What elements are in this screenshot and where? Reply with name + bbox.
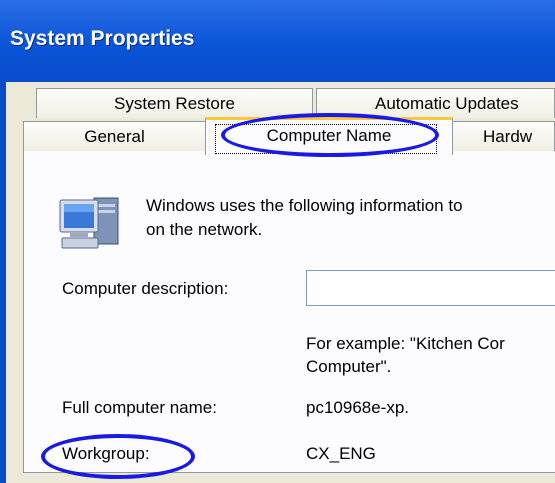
- full-computer-name-label: Full computer name:: [62, 398, 217, 417]
- tab-label: Automatic Updates: [375, 94, 519, 113]
- info-text-line1: Windows uses the following information t…: [146, 196, 463, 215]
- tab-general[interactable]: General: [23, 121, 206, 151]
- tab-hardware[interactable]: Hardw: [452, 121, 555, 151]
- computer-description-input[interactable]: [306, 270, 555, 306]
- full-computer-name-value: pc10968e-xp.: [306, 398, 410, 417]
- tab-automatic-updates[interactable]: Automatic Updates: [316, 88, 555, 118]
- workgroup-value: CX_ENG: [306, 444, 376, 463]
- title-bar: System Properties: [0, 0, 555, 82]
- computer-description-label: Computer description:: [62, 279, 229, 298]
- example-text-line2: Computer".: [306, 357, 392, 376]
- tab-label: System Restore: [114, 94, 235, 113]
- info-text-line2: on the network.: [146, 220, 263, 239]
- workgroup-label: Workgroup:: [62, 444, 150, 463]
- tab-label: Hardw: [483, 127, 533, 146]
- tab-label: General: [84, 127, 145, 146]
- tab-system-restore[interactable]: System Restore: [36, 88, 313, 118]
- tab-focus-rect: [215, 124, 437, 154]
- computer-icon: [59, 197, 119, 249]
- window-title: System Properties: [10, 27, 195, 50]
- example-text-line1: For example: "Kitchen Cor: [306, 334, 505, 353]
